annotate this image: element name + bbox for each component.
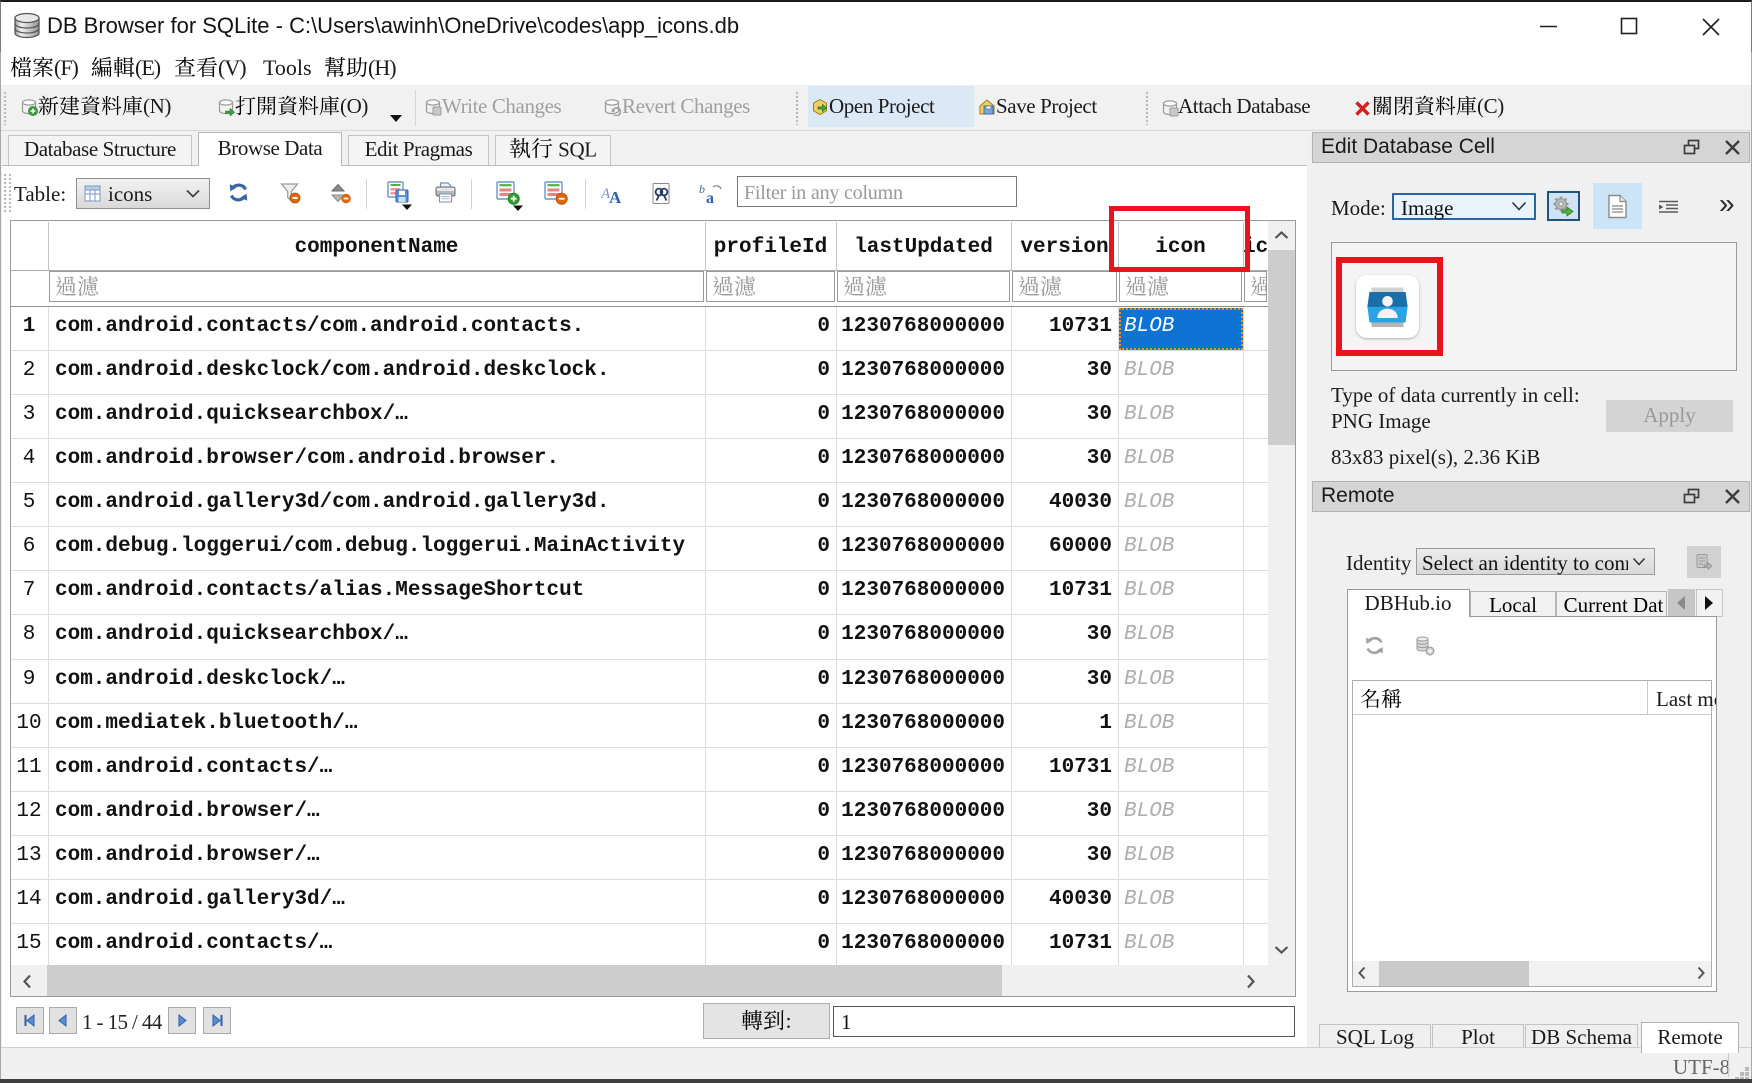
svg-text:b: b bbox=[699, 183, 705, 196]
svg-text:a: a bbox=[706, 190, 714, 205]
svg-text:A: A bbox=[609, 188, 622, 205]
